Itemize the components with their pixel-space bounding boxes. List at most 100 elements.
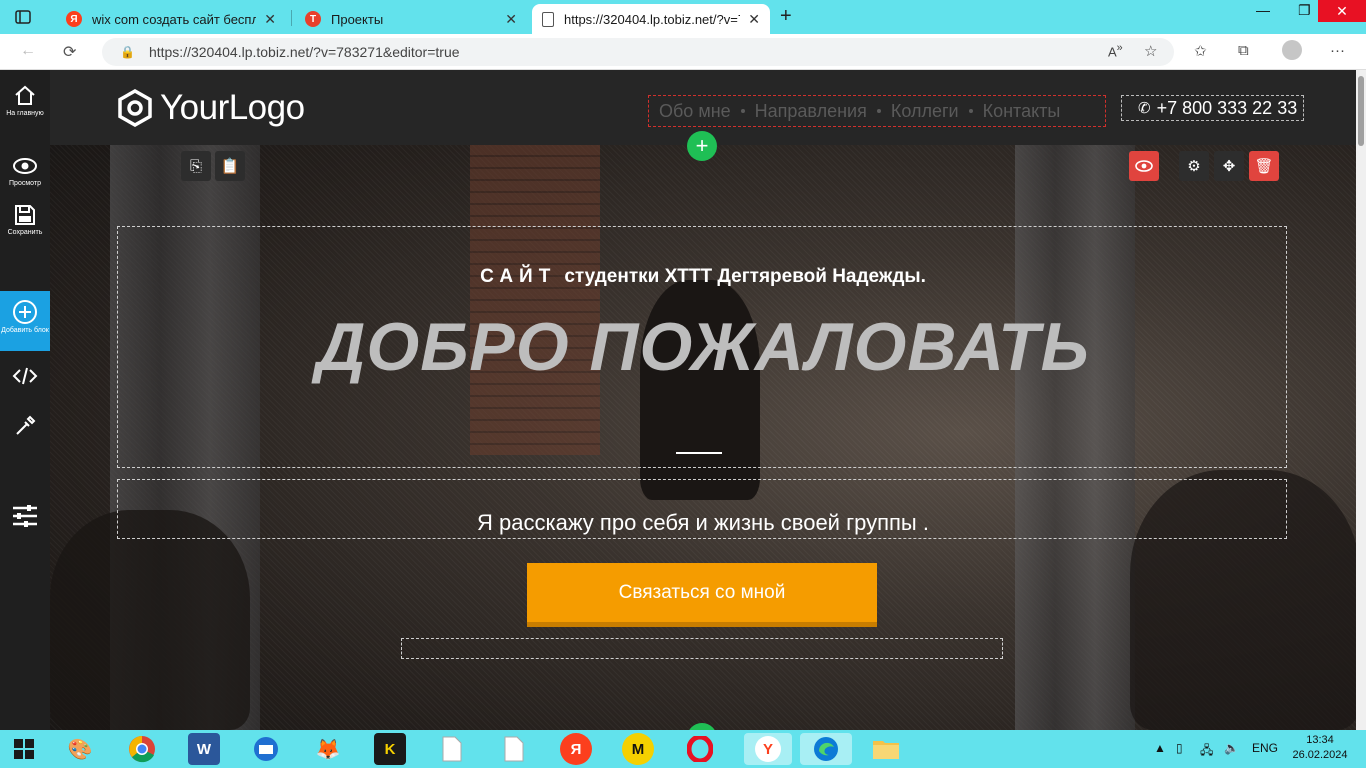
sidepanel-item-color[interactable] — [0, 414, 50, 438]
site-logo[interactable]: YourLogo — [116, 88, 305, 128]
editor-canvas: YourLogo Обо мне Направления Коллеги Кон… — [50, 70, 1356, 730]
opera-app-icon[interactable] — [684, 733, 716, 765]
start-windows-icon[interactable] — [8, 733, 40, 765]
yandex-favicon-icon: Я — [66, 11, 82, 27]
back-icon[interactable]: ← — [20, 42, 36, 60]
gimp-app-icon[interactable]: 🦊 — [312, 733, 344, 765]
logo-mark-icon — [118, 89, 152, 127]
sidepanel-label: На главную — [6, 110, 44, 117]
copy-block-icon[interactable]: ⎘ — [181, 151, 211, 181]
sidepanel-label: Добавить блок — [1, 327, 49, 334]
sidepanel-item-add-block[interactable]: Добавить блок — [0, 291, 50, 351]
window-close-icon[interactable]: ✕ — [1318, 0, 1366, 22]
explorer-folder-icon[interactable] — [870, 733, 902, 765]
sidepanel-label: Просмотр — [9, 180, 41, 187]
tab-close-icon[interactable]: ✕ — [505, 11, 517, 28]
menu-dot — [740, 109, 745, 113]
sidepanel-item-save[interactable]: Сохранить — [0, 203, 50, 237]
menu-item-directions[interactable]: Направления — [755, 101, 867, 122]
new-tab-icon[interactable]: + — [780, 5, 792, 28]
menu-dot — [968, 109, 973, 113]
edge-app-icon[interactable] — [800, 733, 852, 765]
tray-device-icon[interactable]: ▯ — [1176, 741, 1183, 755]
yandex-market-app-icon[interactable]: M — [622, 733, 654, 765]
delete-block-trash-icon[interactable]: 🗑 — [1249, 151, 1279, 181]
sidepanel-item-home[interactable]: На главную — [0, 84, 50, 118]
contact-me-button[interactable]: Связаться со мной — [527, 563, 877, 627]
menu-item-contacts[interactable]: Контакты — [983, 101, 1061, 122]
empty-block-frame[interactable] — [401, 638, 1003, 659]
add-block-between-icon[interactable]: + — [687, 131, 717, 161]
kaspersky-app-icon[interactable]: K — [374, 733, 406, 765]
supertitle-rest: студентки ХТТТ Дегтяревой Надежды. — [564, 266, 926, 287]
tab-active-page[interactable]: https://320404.lp.tobiz.net/?v=783271 ✕ — [532, 4, 770, 34]
hero-subtitle[interactable]: Я расскажу про себя и жизнь своей группы… — [50, 510, 1356, 536]
word-app-icon[interactable]: W — [188, 733, 220, 765]
volume-icon[interactable]: 🔈 — [1224, 741, 1239, 755]
menu-item-colleagues[interactable]: Коллеги — [891, 101, 959, 122]
code-icon — [12, 367, 38, 385]
home-icon — [15, 85, 35, 105]
plus-circle-icon — [13, 300, 37, 324]
yandex-browser-app-icon[interactable]: Y — [744, 733, 792, 765]
restore-icon[interactable]: ❐ — [1298, 2, 1311, 19]
profile-avatar-icon[interactable] — [1282, 40, 1302, 60]
sliders-icon — [13, 505, 37, 527]
eye-icon — [13, 158, 37, 174]
block-settings-gear-icon[interactable]: ⚙ — [1179, 151, 1209, 181]
address-bar[interactable]: 🔒 https://320404.lp.tobiz.net/?v=783271&… — [102, 38, 1174, 66]
paint-app-icon[interactable]: 🎨 — [64, 733, 96, 765]
minimize-icon[interactable]: — — [1256, 2, 1270, 18]
tab-actions-icon[interactable] — [10, 6, 36, 28]
tab-close-icon[interactable]: ✕ — [264, 11, 276, 28]
collections-icon[interactable]: ⧉ — [1238, 42, 1249, 59]
page-scrollbar[interactable] — [1356, 70, 1366, 730]
tab-projects[interactable]: T Проекты ✕ — [295, 4, 527, 34]
file-app-icon[interactable] — [436, 733, 468, 765]
url-text: https://320404.lp.tobiz.net/?v=783271&ed… — [148, 44, 460, 60]
more-menu-icon[interactable]: ··· — [1330, 42, 1345, 59]
file-app-icon[interactable] — [498, 733, 530, 765]
language-indicator[interactable]: ENG — [1252, 741, 1278, 755]
chrome-app-icon[interactable] — [126, 733, 158, 765]
site-menu[interactable]: Обо мне Направления Коллеги Контакты — [648, 95, 1106, 127]
editor-side-panel: На главную Просмотр Сохранить Добавить б… — [0, 70, 50, 730]
tab-title: https://320404.lp.tobiz.net/?v=783271 — [564, 11, 740, 27]
tab-wix[interactable]: Я wix com создать сайт бесплатно ✕ — [56, 4, 286, 34]
thunderbird-app-icon[interactable] — [250, 733, 282, 765]
tray-expand-icon[interactable]: ▲ — [1154, 741, 1166, 755]
supertitle-spaced: САЙТ — [480, 266, 557, 287]
site-phone[interactable]: ✆ +7 800 333 22 33 — [1121, 95, 1304, 121]
menu-item-about[interactable]: Обо мне — [659, 101, 731, 122]
network-icon[interactable]: 🖧 — [1200, 741, 1213, 762]
sidepanel-label: Сохранить — [7, 229, 43, 236]
phone-number: +7 800 333 22 33 — [1156, 97, 1298, 118]
clock-time: 13:34 — [1306, 734, 1334, 746]
read-aloud-icon[interactable]: A» — [1108, 42, 1123, 59]
sidepanel-item-preview[interactable]: Просмотр — [0, 154, 50, 188]
windows-taskbar: 🎨 W 🦊 K Я M Y ▲ ▯ 🖧 🔈 ENG 13:34 26.02.20… — [0, 730, 1366, 768]
scroll-thumb[interactable] — [1358, 76, 1364, 146]
add-favorite-icon[interactable]: ☆ — [1144, 42, 1157, 60]
lock-icon: 🔒 — [120, 45, 135, 59]
yandex-app-icon[interactable]: Я — [560, 733, 592, 765]
hero-title[interactable]: ДОБРО ПОЖАЛОВАТЬ — [50, 308, 1356, 386]
favorites-icon[interactable]: ✩ — [1194, 42, 1207, 60]
page-favicon-icon — [542, 11, 554, 27]
sidepanel-item-settings[interactable] — [0, 502, 50, 530]
tab-title: wix com создать сайт бесплатно — [92, 11, 257, 27]
move-block-icon[interactable]: ✥ — [1214, 151, 1244, 181]
eyedropper-icon — [16, 415, 36, 435]
reload-icon[interactable]: ⟳ — [63, 42, 76, 62]
tab-close-icon[interactable]: ✕ — [748, 11, 760, 28]
tab-title: Проекты — [331, 11, 384, 27]
clock-date: 26.02.2024 — [1292, 749, 1348, 761]
sidepanel-item-code[interactable] — [0, 364, 50, 388]
system-clock[interactable]: 13:34 26.02.2024 — [1290, 733, 1350, 763]
logo-text: YourLogo — [160, 88, 305, 127]
save-icon — [15, 205, 35, 225]
hide-block-eye-icon[interactable] — [1129, 151, 1159, 181]
hero-supertitle[interactable]: САЙТ студентки ХТТТ Дегтяревой Надежды. — [50, 266, 1356, 288]
tab-separator — [291, 10, 292, 26]
paste-block-icon[interactable]: 📋 — [215, 151, 245, 181]
